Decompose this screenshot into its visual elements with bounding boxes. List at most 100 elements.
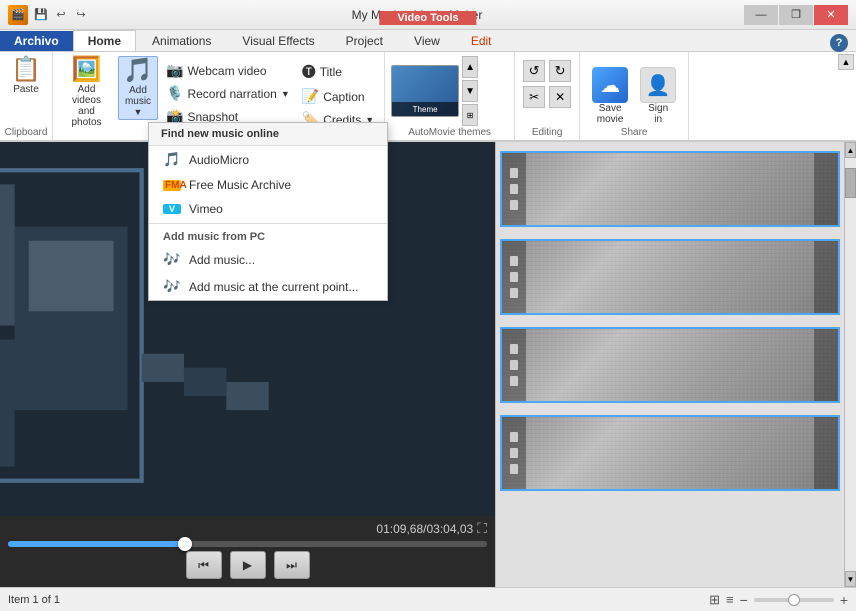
trim-btn[interactable]: ✂ <box>523 86 545 108</box>
caption-btn[interactable]: 📝 Caption <box>298 86 378 107</box>
tab-project[interactable]: Project <box>331 30 398 51</box>
webcam-icon: 📷 <box>166 62 183 79</box>
tab-archivo[interactable]: Archivo <box>0 31 73 51</box>
window-controls: — ❐ ✕ <box>744 5 848 25</box>
add-videos-icon: 🖼️ <box>72 58 102 82</box>
quick-access-toolbar: 💾 ↩ ↪ <box>32 6 90 24</box>
audiomicro-item[interactable]: 🎵 AudioMicro <box>149 146 387 173</box>
title-icon: 🅣 <box>302 62 316 82</box>
thumb-item-2[interactable] <box>500 239 840 315</box>
undo-btn[interactable]: ↩ <box>52 6 70 24</box>
editing-grid: ↺ ↻ ✂ ✕ <box>523 60 571 108</box>
title-bar-left: 🎬 💾 ↩ ↪ <box>8 5 90 25</box>
save-quick-btn[interactable]: 💾 <box>32 6 50 24</box>
theme-more-btn[interactable]: ⊞ <box>462 104 478 126</box>
paste-btn[interactable]: 📋 Paste <box>6 56 46 97</box>
remove-btn[interactable]: ✕ <box>549 86 571 108</box>
fma-icon: FMA <box>163 180 181 191</box>
thumb-item-4[interactable] <box>500 415 840 491</box>
tab-animations[interactable]: Animations <box>137 30 226 51</box>
thumb-item-3[interactable] <box>500 327 840 403</box>
clipboard-items: 📋 Paste <box>6 56 46 136</box>
view-list-btn[interactable]: ≡ <box>726 592 734 607</box>
add-music-point-item[interactable]: 🎶 Add music at the current point... <box>149 273 387 300</box>
prev-frame-btn[interactable]: ⏮ <box>186 551 222 579</box>
save-movie-btn[interactable]: ☁ Save movie <box>588 56 632 136</box>
restore-btn[interactable]: ❐ <box>779 5 813 25</box>
film-hole-7 <box>510 344 518 354</box>
tab-visual-effects[interactable]: Visual Effects <box>227 30 329 51</box>
zoom-plus-btn[interactable]: + <box>840 592 848 608</box>
minimize-btn[interactable]: — <box>744 5 778 25</box>
video-time-display: 01:09,68/03:04,03 ⛶ <box>8 520 487 537</box>
play-pause-btn[interactable]: ▶ <box>230 551 266 579</box>
help-btn[interactable]: ? <box>830 34 848 52</box>
thumb-stripe-right-2 <box>814 241 838 313</box>
redo-btn[interactable]: ↪ <box>72 6 90 24</box>
rotate-left-btn[interactable]: ↺ <box>523 60 545 82</box>
expand-btn[interactable]: ⛶ <box>477 520 487 537</box>
theme-scroll-btns: ▲ ▼ ⊞ <box>462 56 478 126</box>
status-right: ⊞ ≡ − + <box>709 592 848 608</box>
add-music-item[interactable]: 🎶 Add music... <box>149 246 387 273</box>
dropdown-arrow: ▼ <box>134 107 143 117</box>
ribbon-group-autotheme: Theme ▲ ▼ ⊞ AutoMovie themes <box>385 52 515 140</box>
dropdown-divider <box>149 223 387 224</box>
record-narration-btn[interactable]: 🎙️ Record narration ▼ <box>162 83 294 104</box>
scroll-up-btn[interactable]: ▲ <box>845 142 856 158</box>
add-music-btn[interactable]: 🎵 Add music ▼ <box>118 56 158 120</box>
thumb-stripe-left-2 <box>502 241 526 313</box>
film-hole-1 <box>510 168 518 178</box>
view-grid-btn[interactable]: ⊞ <box>709 592 720 608</box>
zoom-minus-btn[interactable]: − <box>740 592 748 608</box>
audiomicro-icon: 🎵 <box>163 151 181 168</box>
save-movie-icon: ☁ <box>592 67 628 103</box>
app-icon: 🎬 <box>8 5 28 25</box>
add-videos-btn[interactable]: 🖼️ Add videos and photos <box>59 56 114 130</box>
add-music-icon: 🎵 <box>123 59 153 83</box>
editing-icons: ↺ ↻ ✂ ✕ <box>523 56 571 122</box>
video-controls: 01:09,68/03:04,03 ⛶ ⏮ ▶ ⏭ <box>0 516 495 587</box>
ribbon-controls: ▲ <box>838 54 854 70</box>
share-items: ☁ Save movie 👤 Sign in <box>588 56 680 136</box>
film-hole-9 <box>510 376 518 386</box>
ribbon-group-editing: ↺ ↻ ✂ ✕ Editing <box>515 52 580 140</box>
film-hole-5 <box>510 272 518 282</box>
ribbon-tabs: Archivo Home Animations Visual Effects P… <box>0 30 856 52</box>
theme-up-btn[interactable]: ▲ <box>462 56 478 78</box>
next-frame-btn[interactable]: ⏭ <box>274 551 310 579</box>
vimeo-item[interactable]: V Vimeo <box>149 197 387 221</box>
tab-home[interactable]: Home <box>73 30 136 51</box>
free-music-archive-item[interactable]: FMA Free Music Archive <box>149 173 387 197</box>
scroll-down-btn[interactable]: ▼ <box>845 571 856 587</box>
tab-view[interactable]: View <box>399 30 455 51</box>
thumb-stripe-right-4 <box>814 417 838 489</box>
film-hole-8 <box>510 360 518 370</box>
small-btns-col1: 📷 Webcam video 🎙️ Record narration ▼ 📸 S… <box>162 56 294 127</box>
rotate-right-btn[interactable]: ↻ <box>549 60 571 82</box>
sign-in-btn[interactable]: 👤 Sign in <box>636 56 680 136</box>
ribbon: 📋 Paste Clipboard 🖼️ Add videos and phot… <box>0 52 856 142</box>
scroll-thumb[interactable] <box>845 168 856 198</box>
theme-thumbs: Theme <box>391 65 459 117</box>
tab-edit[interactable]: Edit <box>456 30 507 51</box>
theme-down-btn[interactable]: ▼ <box>462 80 478 102</box>
progress-bar[interactable] <box>8 541 487 547</box>
thumb-item-1[interactable] <box>500 151 840 227</box>
add-music-item-icon: 🎶 <box>163 251 181 268</box>
progress-thumb[interactable] <box>178 537 192 551</box>
thumb-texture-4 <box>502 417 838 489</box>
thumb-texture-1 <box>502 153 838 225</box>
zoom-slider[interactable] <box>754 598 834 602</box>
film-hole-10 <box>510 432 518 442</box>
sign-in-icon: 👤 <box>640 67 676 103</box>
film-hole-3 <box>510 200 518 210</box>
zoom-thumb[interactable] <box>788 594 800 606</box>
film-hole-11 <box>510 448 518 458</box>
theme-thumb-1[interactable]: Theme <box>391 65 459 117</box>
title-btn[interactable]: 🅣 Title <box>298 60 378 84</box>
close-btn[interactable]: ✕ <box>814 5 848 25</box>
webcam-video-btn[interactable]: 📷 Webcam video <box>162 60 294 81</box>
film-hole-2 <box>510 184 518 194</box>
ribbon-minimize-btn[interactable]: ▲ <box>838 54 854 70</box>
